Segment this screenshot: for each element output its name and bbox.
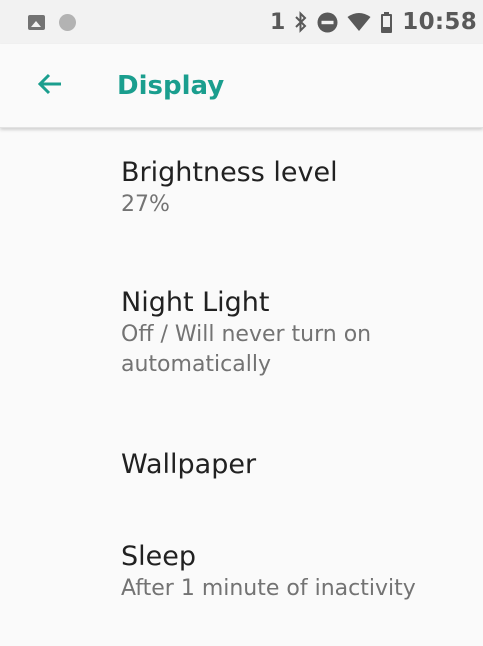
wifi-icon [347,12,371,32]
image-notification-icon [28,14,45,30]
arrow-back-icon [37,73,63,99]
pref-title: Brightness level [121,157,338,188]
pref-sleep[interactable]: Sleep After 1 minute of inactivity [0,540,483,604]
battery-icon [380,11,393,33]
pref-title: Wallpaper [121,449,257,480]
back-button[interactable] [20,56,80,116]
pref-brightness-level[interactable]: Brightness level 27% [0,156,483,220]
pref-title: Sleep [121,541,197,572]
status-system-icons: 1 10:58 [270,9,477,35]
do-not-disturb-icon [317,12,338,33]
circle-notification-icon [59,13,76,31]
bluetooth-icon [294,11,308,33]
page-title: Display [117,70,225,101]
pref-wallpaper[interactable]: Wallpaper [0,448,483,482]
pref-night-light[interactable]: Night Light Off / Will never turn on aut… [0,286,483,380]
pref-summary: 27% [121,192,170,217]
sim-slot-indicator: 1 [269,9,286,35]
status-clock: 10:58 [402,9,477,35]
pref-summary: Off / Will never turn on automatically [121,322,372,377]
pref-title: Night Light [121,287,270,318]
status-bar: 1 10:58 [0,0,483,44]
pref-summary: After 1 minute of inactivity [121,576,416,601]
status-notifications [28,13,76,31]
app-bar: Display [0,44,483,128]
